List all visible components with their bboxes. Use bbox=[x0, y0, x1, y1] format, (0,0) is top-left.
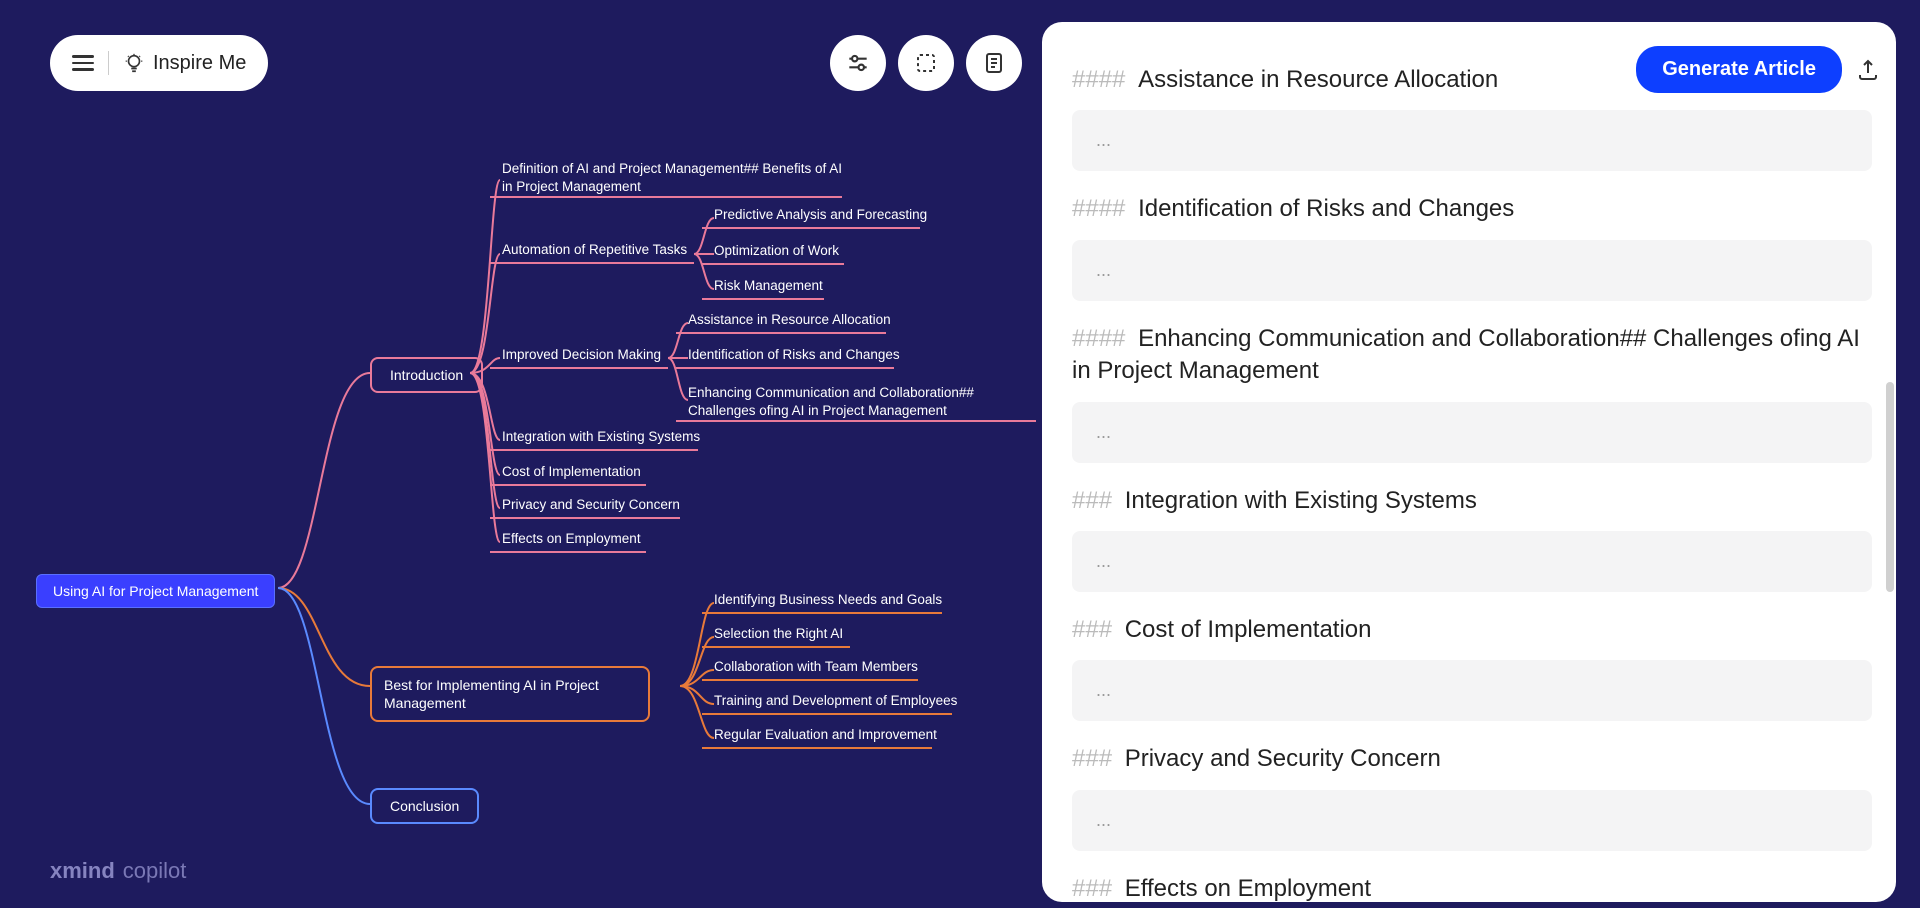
leaf-node[interactable]: Training and Development of Employees bbox=[714, 693, 957, 710]
section-content-box[interactable]: ... bbox=[1072, 402, 1872, 463]
leaf-node[interactable]: Effects on Employment bbox=[502, 531, 641, 548]
branch-best-practices[interactable]: Best for Implementing AI in Project Mana… bbox=[370, 666, 650, 722]
leaf-label: Regular Evaluation and Improvement bbox=[714, 727, 937, 742]
leaf-node[interactable]: Predictive Analysis and Forecasting bbox=[714, 207, 927, 224]
leaf-label: Identification of Risks and Changes bbox=[688, 347, 900, 362]
leaf-node[interactable]: Enhancing Communication and Collaboratio… bbox=[688, 384, 1028, 422]
section-heading[interactable]: ### Privacy and Security Concern bbox=[1072, 743, 1872, 775]
node-underline bbox=[490, 262, 694, 264]
node-underline bbox=[702, 263, 844, 265]
node-underline bbox=[676, 332, 886, 334]
node-underline bbox=[490, 484, 646, 486]
section-heading[interactable]: #### Identification of Risks and Changes bbox=[1072, 193, 1872, 225]
leaf-label: Automation of Repetitive Tasks bbox=[502, 242, 687, 257]
leaf-node[interactable]: Automation of Repetitive Tasks bbox=[502, 242, 687, 259]
generate-article-button[interactable]: Generate Article bbox=[1636, 46, 1842, 93]
leaf-label: Enhancing Communication and Collaboratio… bbox=[688, 385, 974, 418]
product-name: copilot bbox=[123, 858, 187, 884]
section-content-box[interactable]: ... bbox=[1072, 790, 1872, 851]
node-underline bbox=[702, 298, 824, 300]
leaf-node[interactable]: Collaboration with Team Members bbox=[714, 659, 918, 676]
branch-label: Introduction bbox=[390, 367, 463, 383]
leaf-label: Risk Management bbox=[714, 278, 823, 293]
leaf-node[interactable]: Regular Evaluation and Improvement bbox=[714, 727, 937, 744]
heading-level: ### bbox=[1072, 616, 1119, 643]
node-underline bbox=[490, 551, 646, 553]
leaf-node[interactable]: Assistance in Resource Allocation bbox=[688, 312, 891, 329]
article-content[interactable]: #### Assistance in Resource Allocation..… bbox=[1072, 42, 1872, 902]
scrollbar[interactable] bbox=[1886, 382, 1894, 592]
section-content-box[interactable]: ... bbox=[1072, 240, 1872, 301]
heading-text: Assistance in Resource Allocation bbox=[1138, 66, 1498, 93]
node-underline bbox=[702, 713, 952, 715]
leaf-label: Privacy and Security Concern bbox=[502, 497, 680, 512]
heading-level: #### bbox=[1072, 325, 1132, 352]
leaf-label: Assistance in Resource Allocation bbox=[688, 312, 891, 327]
node-underline bbox=[702, 646, 850, 648]
article-panel: Generate Article #### Assistance in Reso… bbox=[1042, 22, 1896, 902]
leaf-node[interactable]: Identification of Risks and Changes bbox=[688, 347, 900, 364]
branch-conclusion[interactable]: Conclusion bbox=[370, 788, 479, 824]
section-heading[interactable]: #### Enhancing Communication and Collabo… bbox=[1072, 323, 1872, 388]
heading-level: #### bbox=[1072, 66, 1132, 93]
node-underline bbox=[490, 367, 668, 369]
leaf-node[interactable]: Risk Management bbox=[714, 278, 823, 295]
heading-text: Integration with Existing Systems bbox=[1125, 487, 1477, 514]
branch-introduction[interactable]: Introduction bbox=[370, 357, 483, 393]
export-icon[interactable] bbox=[1856, 58, 1880, 82]
node-underline bbox=[676, 420, 1036, 422]
leaf-label: Optimization of Work bbox=[714, 243, 839, 258]
heading-text: Effects on Employment bbox=[1125, 875, 1371, 902]
heading-level: ### bbox=[1072, 875, 1119, 902]
mindmap-root[interactable]: Using AI for Project Management bbox=[36, 574, 275, 608]
heading-text: Enhancing Communication and Collaboratio… bbox=[1072, 325, 1860, 384]
leaf-label: Integration with Existing Systems bbox=[502, 429, 700, 444]
node-underline bbox=[490, 517, 680, 519]
root-label: Using AI for Project Management bbox=[53, 583, 258, 599]
leaf-node[interactable]: Optimization of Work bbox=[714, 243, 839, 260]
leaf-label: Predictive Analysis and Forecasting bbox=[714, 207, 927, 222]
leaf-label: Effects on Employment bbox=[502, 531, 641, 546]
node-underline bbox=[676, 367, 894, 369]
section-heading[interactable]: ### Cost of Implementation bbox=[1072, 614, 1872, 646]
leaf-label: Selection the Right AI bbox=[714, 626, 843, 641]
leaf-label: Training and Development of Employees bbox=[714, 693, 957, 708]
mindmap-canvas[interactable]: Using AI for Project Management Introduc… bbox=[0, 0, 1050, 908]
heading-level: #### bbox=[1072, 195, 1132, 222]
leaf-label: Improved Decision Making bbox=[502, 347, 661, 362]
section-content-box[interactable]: ... bbox=[1072, 531, 1872, 592]
brand-name: xmind bbox=[50, 858, 115, 884]
node-underline bbox=[702, 679, 918, 681]
leaf-node[interactable]: Privacy and Security Concern bbox=[502, 497, 680, 514]
branch-label: Best for Implementing AI in Project Mana… bbox=[384, 677, 599, 711]
leaf-node[interactable]: Integration with Existing Systems bbox=[502, 429, 700, 446]
heading-text: Cost of Implementation bbox=[1125, 616, 1372, 643]
leaf-node[interactable]: Definition of AI and Project Management#… bbox=[502, 160, 842, 198]
heading-level: ### bbox=[1072, 487, 1119, 514]
node-underline bbox=[490, 449, 698, 451]
node-underline bbox=[702, 227, 920, 229]
node-underline bbox=[702, 747, 932, 749]
section-content-box[interactable]: ... bbox=[1072, 660, 1872, 721]
leaf-label: Collaboration with Team Members bbox=[714, 659, 918, 674]
heading-text: Identification of Risks and Changes bbox=[1138, 195, 1514, 222]
node-underline bbox=[490, 196, 842, 198]
brand-logo: xmind copilot bbox=[50, 858, 186, 884]
heading-text: Privacy and Security Concern bbox=[1125, 745, 1441, 772]
section-heading[interactable]: ### Integration with Existing Systems bbox=[1072, 485, 1872, 517]
leaf-label: Identifying Business Needs and Goals bbox=[714, 592, 942, 607]
leaf-node[interactable]: Cost of Implementation bbox=[502, 464, 641, 481]
branch-label: Conclusion bbox=[390, 798, 459, 814]
leaf-node[interactable]: Identifying Business Needs and Goals bbox=[714, 592, 942, 609]
leaf-node[interactable]: Improved Decision Making bbox=[502, 347, 661, 364]
section-heading[interactable]: ### Effects on Employment bbox=[1072, 873, 1872, 902]
node-underline bbox=[702, 612, 942, 614]
heading-level: ### bbox=[1072, 745, 1119, 772]
leaf-label: Definition of AI and Project Management#… bbox=[502, 161, 842, 194]
leaf-label: Cost of Implementation bbox=[502, 464, 641, 479]
section-content-box[interactable]: ... bbox=[1072, 110, 1872, 171]
leaf-node[interactable]: Selection the Right AI bbox=[714, 626, 843, 643]
